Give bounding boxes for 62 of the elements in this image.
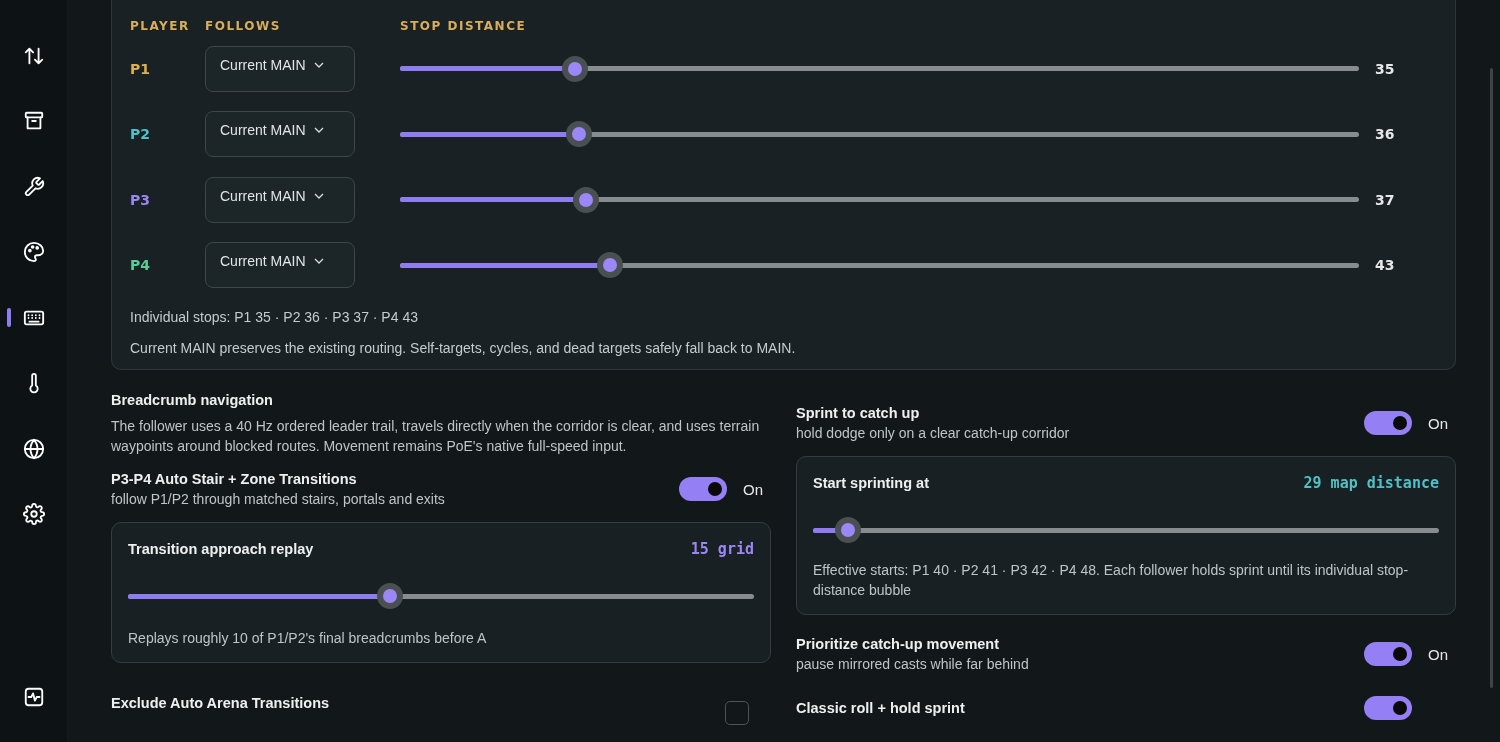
setting-description: pause mirrored casts while far behind [796,656,1030,672]
setting-title: Sprint to catch up [796,405,921,421]
setting-description: follow P1/P2 through matched stairs, portals and exits [111,491,446,507]
stop-distance-slider[interactable] [400,252,1359,279]
toggle-switch[interactable] [1364,411,1412,435]
follows-dropdown[interactable]: Current MAIN [205,242,355,289]
checkbox[interactable] [725,701,749,725]
column-header: FOLLOWS [205,19,282,33]
player-label: P1 [130,60,151,77]
follows-dropdown[interactable]: Current MAIN [205,111,355,158]
globe-icon [22,437,45,460]
setting-description: The follower uses a 40 Hz ordered leader trail, travels directly when the corridor is clear, and uses terrain waypoints around blocked routes. Movement remains PoE's native full-speed input. [111,417,761,456]
setting-title: Start sprinting at [813,475,929,491]
slider-thumb[interactable] [561,55,588,82]
stop-distance-value: 35 [1375,60,1396,77]
wrench-icon [22,175,45,198]
slider-thumb[interactable] [835,517,862,543]
slider-thumb[interactable] [597,252,623,279]
slider-value: 15 grid [690,540,754,558]
toggle-switch[interactable] [1364,642,1412,666]
slider[interactable] [128,583,754,609]
slider-thumb[interactable] [376,583,403,609]
stop-distance-value: 36 [1375,126,1396,143]
chevron-down-icon [313,61,324,68]
toggle-label: On [1428,645,1449,663]
slider-thumb[interactable] [566,121,593,148]
settings-icon [22,503,45,526]
slider-description: Effective starts: P1 40 · P2 41 · P3 42 · P4 48. Each follower holds sprint until its individual stop-distance bubble [813,561,1410,600]
setting-title: Prioritize catch-up movement [796,636,1001,652]
palette-icon [22,241,45,264]
stop-distance-slider[interactable] [400,55,1359,82]
player-label: P2 [130,126,151,143]
column-header: STOP DISTANCE [400,19,528,33]
toggle-label: On [743,480,764,498]
chevron-down-icon [313,192,324,199]
follows-dropdown[interactable]: Current MAIN [205,176,355,223]
stops-summary: Individual stops: P1 35 · P2 36 · P3 37 · P4 43 [130,308,419,327]
follows-dropdown[interactable]: Current MAIN [205,45,355,92]
toggle-switch[interactable] [1364,696,1412,720]
setting-title: P3-P4 Auto Stair + Zone Transitions [111,471,358,487]
slider-value: 29 map distance [1303,474,1439,492]
slider-description: Replays roughly 10 of P1/P2's final breadcrumbs before A [128,629,488,648]
toggle-label: On [1428,414,1449,432]
routing-note: Current MAIN preserves the existing routing. Self-targets, cycles, and dead targets safely fall back to MAIN. [130,339,797,358]
slider[interactable] [813,517,1439,543]
setting-title: Classic roll + hold sprint [796,700,966,716]
player-label: P4 [130,257,151,274]
setting-description: hold dodge only on a clear catch-up corridor [796,425,1071,441]
activity-icon [22,686,45,709]
column-header: PLAYER [130,19,191,33]
stop-distance-slider[interactable] [400,186,1359,213]
toggle-switch[interactable] [679,477,727,501]
chevron-down-icon [313,258,324,265]
setting-title: Breadcrumb navigation [111,392,274,408]
stop-distance-value: 43 [1375,257,1396,274]
player-label: P3 [130,191,151,208]
setting-title: Transition approach replay [128,541,314,557]
stop-distance-slider[interactable] [400,121,1359,148]
chevron-down-icon [313,127,324,134]
slider-thumb[interactable] [573,186,600,213]
setting-title: Exclude Auto Arena Transitions [111,695,331,711]
stop-distance-value: 37 [1375,191,1396,208]
